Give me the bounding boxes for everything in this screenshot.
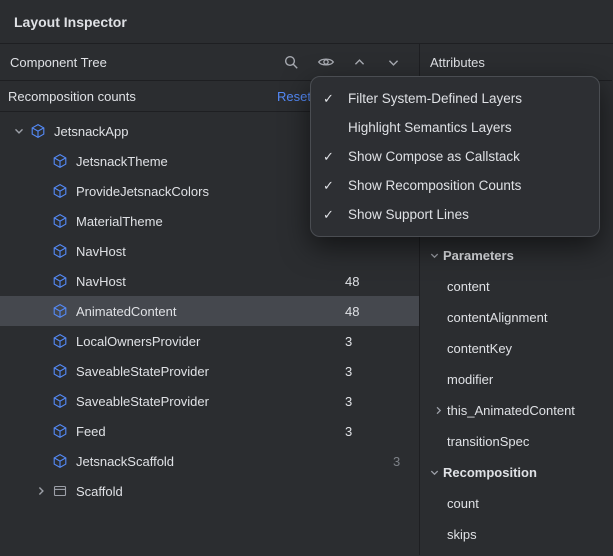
menu-item-show-support-lines[interactable]: ✓ Show Support Lines xyxy=(311,200,599,229)
tree-row[interactable]: Scaffold xyxy=(0,476,419,506)
tree-row[interactable]: SaveableStateProvider 3 xyxy=(0,356,419,386)
layout-inspector-window: Layout Inspector Component Tree xyxy=(0,0,613,556)
menu-item-label: Highlight Semantics Layers xyxy=(348,120,512,135)
tree-row-label: JetsnackScaffold xyxy=(76,454,174,469)
recomposition-counts-label: Recomposition counts xyxy=(8,89,136,104)
attribute-row[interactable]: count xyxy=(420,488,612,519)
compose-node-icon xyxy=(52,153,72,169)
compose-node-icon xyxy=(52,183,72,199)
tree-row[interactable]: NavHost xyxy=(0,236,419,266)
window-header: Layout Inspector xyxy=(0,0,613,44)
tree-row-label: AnimatedContent xyxy=(76,304,176,319)
recomposition-count: 48 xyxy=(345,304,359,319)
checkmark-icon: ✓ xyxy=(323,149,348,165)
tree-row-label: MaterialTheme xyxy=(76,214,163,229)
tree-row[interactable]: SaveableStateProvider 3 xyxy=(0,386,419,416)
attribute-row[interactable]: contentAlignment xyxy=(420,302,612,333)
attribute-label: skips xyxy=(447,527,477,542)
tree-row-label: LocalOwnersProvider xyxy=(76,334,200,349)
window-title: Layout Inspector xyxy=(14,14,127,30)
attribute-label: modifier xyxy=(447,372,493,387)
view-options-eye-icon[interactable] xyxy=(316,53,335,72)
tree-row-label: NavHost xyxy=(76,244,126,259)
section-recomposition[interactable]: Recomposition xyxy=(420,457,612,488)
tree-row-label: JetsnackTheme xyxy=(76,154,168,169)
menu-item-label: Filter System-Defined Layers xyxy=(348,91,522,106)
tree-row[interactable]: Feed 3 xyxy=(0,416,419,446)
attribute-row-expandable[interactable]: this_AnimatedContent xyxy=(420,395,612,426)
recomposition-count: 3 xyxy=(345,394,352,409)
compose-node-icon xyxy=(52,453,72,469)
attribute-label: contentKey xyxy=(447,341,512,356)
tree-row-label: SaveableStateProvider xyxy=(76,364,209,379)
compose-node-icon xyxy=(52,333,72,349)
recomposition-count: 3 xyxy=(345,334,352,349)
attribute-label: transitionSpec xyxy=(447,434,529,449)
view-node-icon xyxy=(52,483,72,499)
attributes-title: Attributes xyxy=(430,55,602,70)
chevron-down-icon[interactable] xyxy=(426,250,443,261)
menu-item-show-recomposition-counts[interactable]: ✓ Show Recomposition Counts xyxy=(311,171,599,200)
attribute-row[interactable]: skips xyxy=(420,519,612,550)
menu-item-label: Show Compose as Callstack xyxy=(348,149,520,164)
attribute-row[interactable]: modifier xyxy=(420,364,612,395)
attribute-label: content xyxy=(447,279,490,294)
attribute-label: this_AnimatedContent xyxy=(447,403,575,418)
recomposition-count: 3 xyxy=(345,364,352,379)
compose-node-icon xyxy=(52,273,72,289)
reset-link[interactable]: Reset xyxy=(277,89,311,104)
attribute-label: contentAlignment xyxy=(447,310,547,325)
compose-node-icon xyxy=(52,213,72,229)
compose-node-icon xyxy=(52,363,72,379)
section-parameters[interactable]: Parameters xyxy=(420,240,612,271)
attribute-row[interactable]: transitionSpec xyxy=(420,426,612,457)
component-tree-title: Component Tree xyxy=(10,55,282,70)
menu-item-label: Show Support Lines xyxy=(348,207,469,222)
menu-item-label: Show Recomposition Counts xyxy=(348,178,521,193)
attribute-row[interactable]: contentKey xyxy=(420,333,612,364)
checkmark-icon: ✓ xyxy=(323,178,348,194)
recomposition-count: 48 xyxy=(345,274,359,289)
menu-item-filter-system-defined-layers[interactable]: ✓ Filter System-Defined Layers xyxy=(311,84,599,113)
chevron-down-icon[interactable] xyxy=(426,467,443,478)
checkmark-icon: ✓ xyxy=(323,91,348,107)
section-label: Recomposition xyxy=(443,465,537,480)
section-label: Parameters xyxy=(443,248,514,263)
menu-item-show-compose-as-callstack[interactable]: ✓ Show Compose as Callstack xyxy=(311,142,599,171)
recomposition-count: 3 xyxy=(345,424,352,439)
skip-count: 3 xyxy=(393,454,400,469)
tree-row-label: JetsnackApp xyxy=(54,124,128,139)
chevron-right-icon[interactable] xyxy=(429,405,447,416)
chevron-down-icon[interactable] xyxy=(8,125,30,137)
attributes-body: Parameters content contentAlignment cont… xyxy=(420,240,612,550)
compose-node-icon xyxy=(52,243,72,259)
tree-row-label: SaveableStateProvider xyxy=(76,394,209,409)
search-icon[interactable] xyxy=(282,53,301,72)
attribute-label: count xyxy=(447,496,479,511)
tree-row[interactable]: LocalOwnersProvider 3 xyxy=(0,326,419,356)
menu-item-highlight-semantics-layers[interactable]: Highlight Semantics Layers xyxy=(311,113,599,142)
attribute-row[interactable]: content xyxy=(420,271,612,302)
tree-row-label: ProvideJetsnackColors xyxy=(76,184,209,199)
chevron-right-icon[interactable] xyxy=(30,485,52,497)
view-options-menu: ✓ Filter System-Defined Layers Highlight… xyxy=(310,76,600,237)
expand-all-icon[interactable] xyxy=(350,53,369,72)
tree-row-label: Feed xyxy=(76,424,106,439)
compose-node-icon xyxy=(52,423,72,439)
compose-node-icon xyxy=(30,123,50,139)
tree-row-selected[interactable]: AnimatedContent 48 xyxy=(0,296,419,326)
checkmark-icon: ✓ xyxy=(323,207,348,223)
tree-row[interactable]: JetsnackScaffold 3 xyxy=(0,446,419,476)
tree-row[interactable]: NavHost 48 xyxy=(0,266,419,296)
tree-row-label: Scaffold xyxy=(76,484,123,499)
collapse-all-icon[interactable] xyxy=(384,53,403,72)
compose-node-icon xyxy=(52,393,72,409)
compose-node-icon xyxy=(52,303,72,319)
tree-row-label: NavHost xyxy=(76,274,126,289)
